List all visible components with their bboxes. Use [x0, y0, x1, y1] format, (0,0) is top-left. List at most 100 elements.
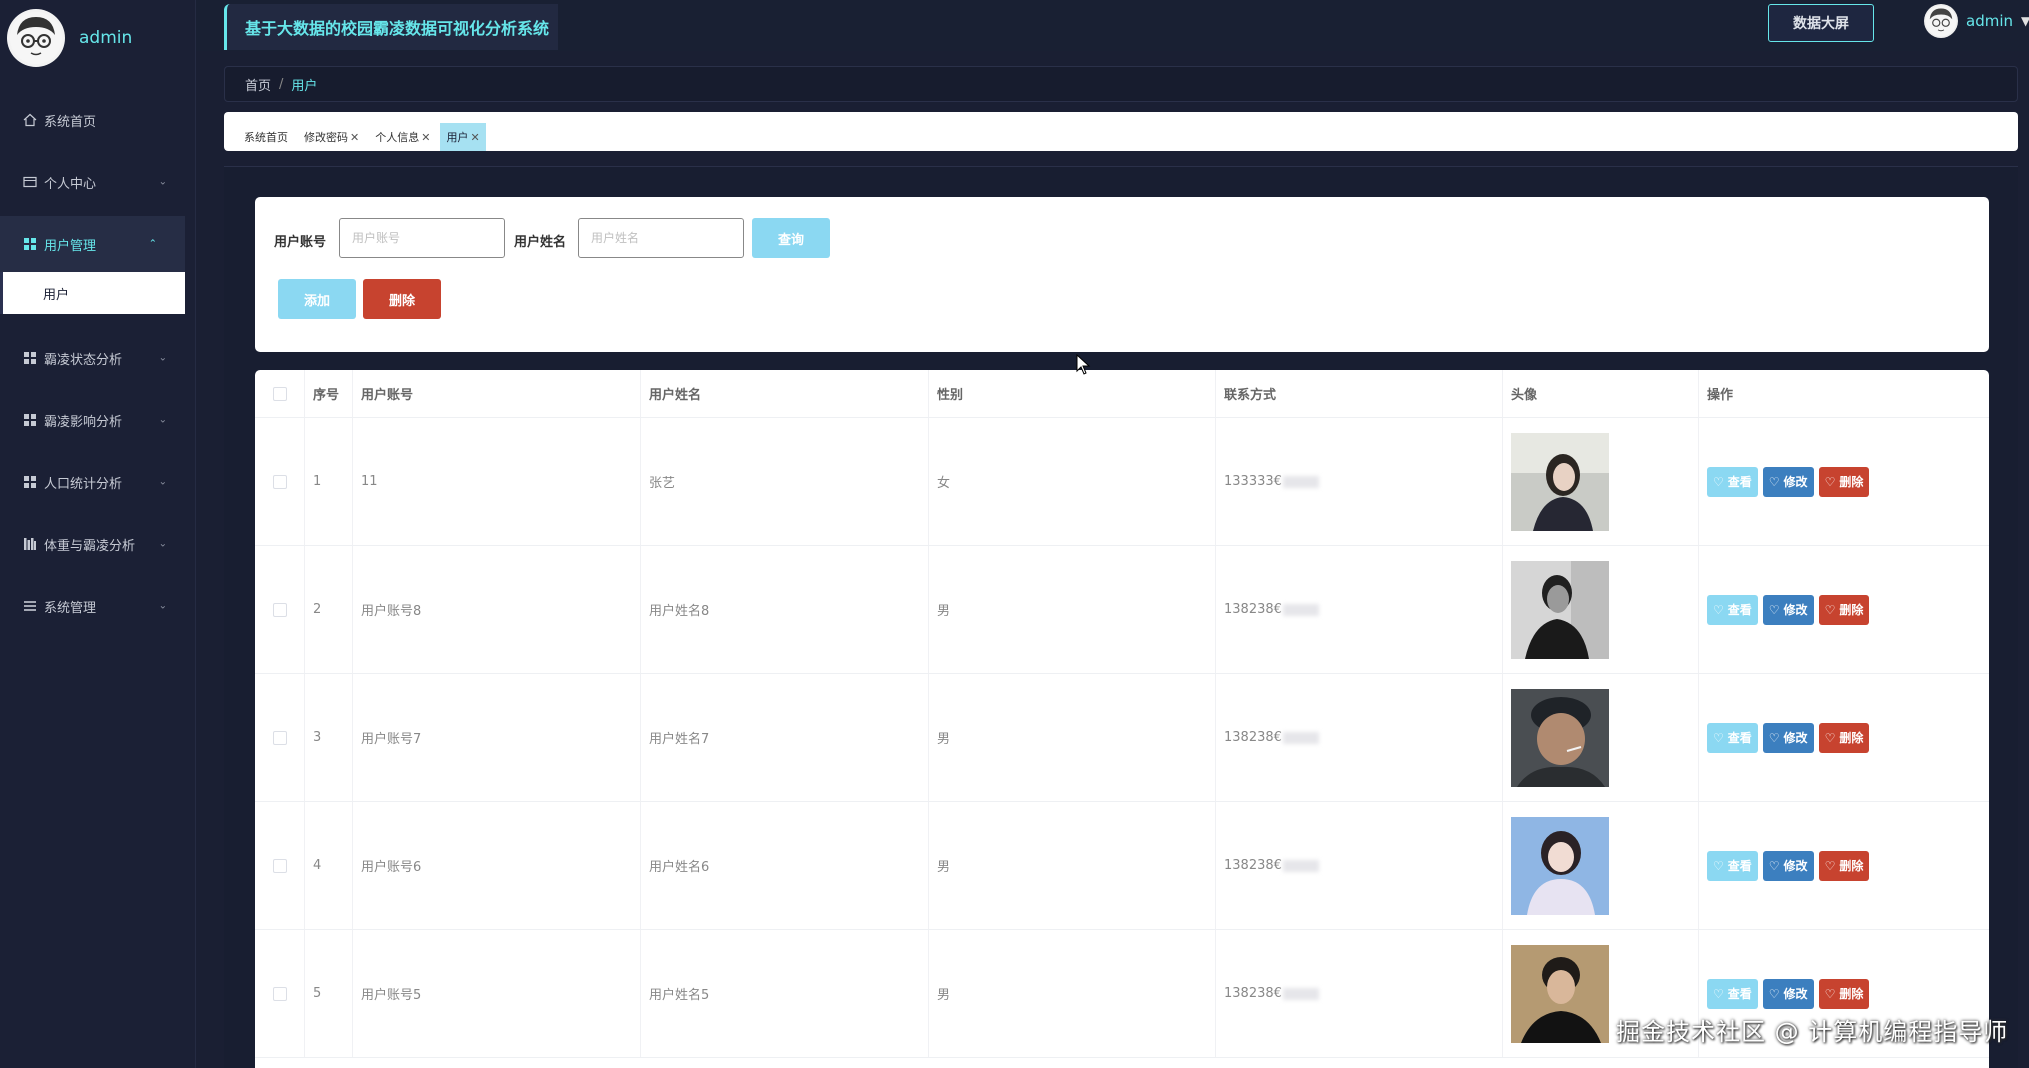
chevron-down-icon: ⌄	[158, 176, 167, 188]
row-account: 11	[353, 418, 641, 545]
sidebar-item-label: 人口统计分析	[44, 476, 123, 492]
close-icon[interactable]: ✕	[350, 131, 359, 144]
user-photo[interactable]	[1511, 432, 1609, 531]
avatar[interactable]	[7, 9, 65, 67]
edit-button[interactable]: ♡ 修改	[1762, 722, 1814, 753]
redaction-blur	[1282, 987, 1319, 1000]
tab-home[interactable]: 系统首页	[238, 123, 294, 151]
delete-label: 删除	[1839, 731, 1864, 745]
view-button[interactable]: ♡ 查看	[1707, 594, 1758, 625]
view-button[interactable]: ♡ 查看	[1707, 850, 1758, 881]
data-screen-button[interactable]: 数据大屏	[1768, 4, 1874, 42]
sidebar-subitem-user[interactable]: 用户	[0, 272, 185, 314]
edit-button[interactable]: ♡ 修改	[1762, 594, 1814, 625]
user-menu[interactable]: admin ▼	[1924, 4, 2029, 38]
row-phone: 138238€	[1224, 730, 1282, 745]
caret-down-icon: ▼	[2021, 14, 2029, 28]
delete-button[interactable]: ♡ 删除	[1818, 978, 1870, 1009]
row-checkbox[interactable]	[272, 602, 287, 617]
sidebar-item-home[interactable]: 系统首页	[0, 92, 195, 148]
row-actions: ♡ 查看 ♡ 修改 ♡ 删除	[1699, 674, 1989, 801]
delete-button[interactable]: ♡ 删除	[1818, 466, 1870, 497]
edit-button[interactable]: ♡ 修改	[1762, 978, 1814, 1009]
user-photo[interactable]	[1511, 944, 1609, 1043]
row-phone-cell: 138238€	[1216, 546, 1503, 673]
batch-delete-button[interactable]: 删除	[363, 279, 441, 319]
sidebar-item-user-management[interactable]: 用户管理 ⌃	[0, 216, 185, 272]
avatar[interactable]	[1924, 4, 1958, 38]
edit-button[interactable]: ♡ 修改	[1762, 466, 1814, 497]
row-gender: 男	[929, 674, 1216, 801]
view-label: 查看	[1727, 859, 1752, 873]
name-search-input[interactable]	[578, 218, 744, 258]
table-row: 3 用户账号7 用户姓名7 男 138238€ ♡ 查看 ♡ 修改 ♡ 删除	[255, 674, 1989, 802]
tab-change-password[interactable]: 修改密码 ✕	[298, 123, 365, 151]
row-checkbox[interactable]	[272, 474, 287, 489]
row-account: 用户账号8	[353, 546, 641, 673]
chevron-down-icon: ⌄	[158, 352, 167, 364]
user-photo[interactable]	[1511, 688, 1609, 787]
main-content: 用户账号 用户姓名 查询 添加 删除 序号 用户账号 用户姓名 性别 联系方式 …	[224, 166, 2018, 1068]
sidebar-item-label: 体重与霸凌分析	[44, 538, 136, 554]
edit-label: 修改	[1783, 859, 1808, 873]
heart-icon: ♡	[1824, 730, 1836, 745]
grid-icon	[22, 474, 38, 490]
row-checkbox[interactable]	[272, 730, 287, 745]
tab-user[interactable]: 用户 ✕	[440, 123, 486, 151]
edit-label: 修改	[1783, 731, 1808, 745]
delete-button[interactable]: ♡ 删除	[1818, 594, 1870, 625]
row-checkbox[interactable]	[272, 858, 287, 873]
view-button[interactable]: ♡ 查看	[1707, 466, 1758, 497]
heart-icon: ♡	[1824, 986, 1836, 1001]
books-icon	[22, 536, 38, 552]
sidebar-item-personal-center[interactable]: 个人中心 ⌄	[0, 154, 195, 210]
view-button[interactable]: ♡ 查看	[1707, 978, 1758, 1009]
id-card-icon	[22, 174, 38, 190]
row-index: 4	[305, 802, 353, 929]
tab-personal-info[interactable]: 个人信息 ✕	[369, 123, 436, 151]
add-button[interactable]: 添加	[278, 279, 356, 319]
breadcrumb-home[interactable]: 首页	[245, 75, 271, 94]
row-select-cell	[255, 674, 305, 801]
query-button[interactable]: 查询	[752, 218, 830, 258]
heart-icon: ♡	[1713, 602, 1724, 617]
sidebar-item-bullying-status[interactable]: 霸凌状态分析 ⌄	[0, 330, 195, 386]
edit-button[interactable]: ♡ 修改	[1762, 850, 1814, 881]
row-name: 用户姓名5	[641, 930, 929, 1057]
sidebar-item-system-management[interactable]: 系统管理 ⌄	[0, 578, 195, 634]
mouse-cursor-icon	[1076, 354, 1091, 375]
delete-button[interactable]: ♡ 删除	[1818, 722, 1870, 753]
heart-icon: ♡	[1713, 474, 1724, 489]
row-select-cell	[255, 802, 305, 929]
view-label: 查看	[1727, 475, 1752, 489]
breadcrumb-separator: /	[279, 76, 284, 92]
sidebar-item-weight-bullying[interactable]: 体重与霸凌分析 ⌄	[0, 516, 195, 572]
view-button[interactable]: ♡ 查看	[1707, 722, 1758, 753]
row-checkbox[interactable]	[272, 986, 287, 1001]
row-actions: ♡ 查看 ♡ 修改 ♡ 删除	[1699, 546, 1989, 673]
sidebar-item-label: 霸凌影响分析	[44, 414, 123, 430]
row-gender: 女	[929, 418, 1216, 545]
table-row: 2 用户账号8 用户姓名8 男 138238€ ♡ 查看 ♡ 修改 ♡ 删除	[255, 546, 1989, 674]
delete-label: 删除	[1839, 987, 1864, 1001]
cartoon-avatar-icon	[10, 12, 62, 64]
grid-icon	[22, 350, 38, 366]
sidebar-item-demographics[interactable]: 人口统计分析 ⌄	[0, 454, 195, 510]
select-all-checkbox[interactable]	[272, 386, 287, 401]
redaction-blur	[1282, 859, 1319, 872]
row-name: 用户姓名6	[641, 802, 929, 929]
header-name: 用户姓名	[641, 370, 929, 417]
table-header: 序号 用户账号 用户姓名 性别 联系方式 头像 操作	[255, 370, 1989, 418]
close-icon[interactable]: ✕	[421, 131, 430, 144]
row-actions: ♡ 查看 ♡ 修改 ♡ 删除	[1699, 802, 1989, 929]
row-phone-cell: 133333€	[1216, 418, 1503, 545]
user-photo[interactable]	[1511, 560, 1609, 659]
account-search-input[interactable]	[339, 218, 505, 258]
table-row: 1 11 张艺 女 133333€ ♡ 查看 ♡ 修改 ♡ 删除	[255, 418, 1989, 546]
sidebar-item-bullying-impact[interactable]: 霸凌影响分析 ⌄	[0, 392, 195, 448]
close-icon[interactable]: ✕	[470, 131, 479, 144]
row-phone: 138238€	[1224, 858, 1282, 873]
user-photo[interactable]	[1511, 816, 1609, 915]
header-gender: 性别	[929, 370, 1216, 417]
delete-button[interactable]: ♡ 删除	[1818, 850, 1870, 881]
